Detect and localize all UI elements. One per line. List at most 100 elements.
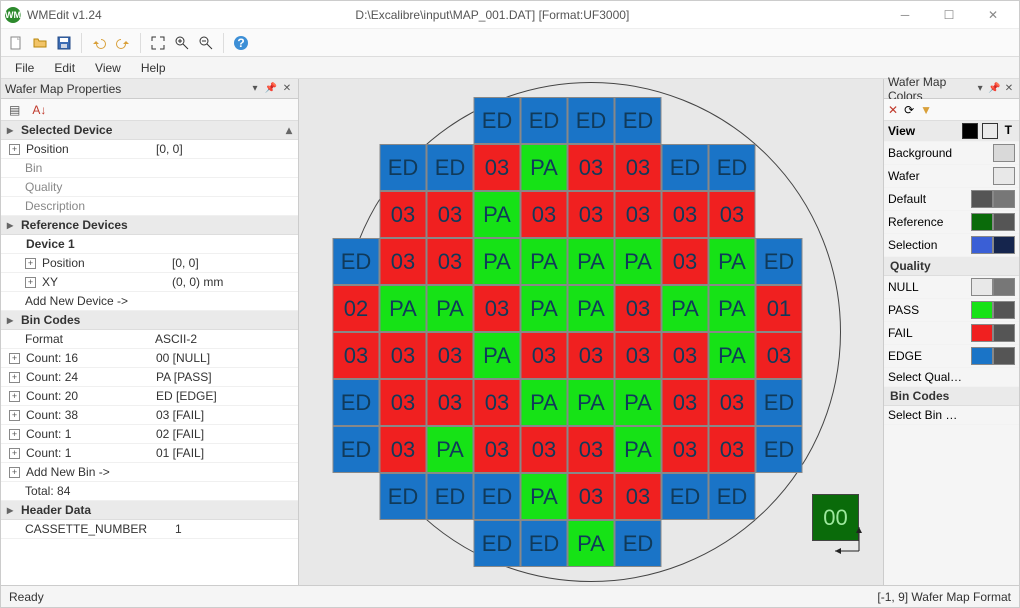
die-cell[interactable]: ED bbox=[474, 473, 521, 520]
die-cell[interactable]: PA bbox=[662, 285, 709, 332]
open-icon[interactable] bbox=[29, 32, 51, 54]
categorize-icon[interactable]: ▤ bbox=[5, 99, 24, 121]
expand-icon[interactable]: + bbox=[9, 410, 20, 421]
die-cell[interactable]: PA bbox=[521, 238, 568, 285]
die-cell[interactable]: 03 bbox=[662, 191, 709, 238]
expand-icon[interactable]: + bbox=[9, 391, 20, 402]
menu-file[interactable]: File bbox=[7, 59, 42, 77]
color-row[interactable]: NULL bbox=[884, 276, 1019, 299]
section-bin-codes[interactable]: ▸Bin Codes bbox=[1, 311, 298, 330]
minimize-button[interactable]: ─ bbox=[883, 1, 927, 29]
panel-dropdown-icon[interactable]: ▾ bbox=[974, 82, 986, 96]
die-cell[interactable]: 03 bbox=[427, 332, 474, 379]
select-quality-link[interactable]: Select Qual… bbox=[888, 370, 1015, 384]
die-cell[interactable]: ED bbox=[709, 473, 756, 520]
new-icon[interactable] bbox=[5, 32, 27, 54]
die-cell[interactable]: PA bbox=[521, 473, 568, 520]
die-cell[interactable]: 03 bbox=[568, 473, 615, 520]
add-bin-link[interactable]: Add New Bin -> bbox=[26, 465, 294, 479]
die-cell[interactable]: ED bbox=[662, 144, 709, 191]
expand-icon[interactable]: + bbox=[9, 467, 20, 478]
die-cell[interactable]: 02 bbox=[333, 285, 380, 332]
help-icon[interactable]: ? bbox=[230, 32, 252, 54]
menu-help[interactable]: Help bbox=[133, 59, 174, 77]
color-row[interactable]: Background bbox=[884, 142, 1019, 165]
die-cell[interactable]: 03 bbox=[380, 238, 427, 285]
die-cell[interactable]: ED bbox=[568, 97, 615, 144]
delete-icon[interactable]: ✕ bbox=[888, 103, 898, 117]
die-cell[interactable]: 03 bbox=[662, 332, 709, 379]
die-cell[interactable]: ED bbox=[427, 144, 474, 191]
expand-icon[interactable]: + bbox=[9, 353, 20, 364]
die-cell[interactable]: 03 bbox=[521, 191, 568, 238]
die-cell[interactable]: ED bbox=[333, 379, 380, 426]
die-cell[interactable]: ED bbox=[756, 426, 803, 473]
die-cell[interactable]: ED bbox=[521, 520, 568, 567]
die-cell[interactable]: PA bbox=[521, 379, 568, 426]
menu-edit[interactable]: Edit bbox=[46, 59, 83, 77]
die-cell[interactable]: 03 bbox=[568, 332, 615, 379]
filter-icon[interactable]: ▼ bbox=[920, 103, 932, 117]
die-cell[interactable]: ED bbox=[380, 473, 427, 520]
die-cell[interactable]: 03 bbox=[474, 144, 521, 191]
die-cell[interactable]: 03 bbox=[474, 426, 521, 473]
die-cell[interactable]: 03 bbox=[615, 285, 662, 332]
panel-pin-icon[interactable]: 📌 bbox=[264, 82, 278, 96]
die-cell[interactable]: PA bbox=[427, 285, 474, 332]
expand-icon[interactable]: + bbox=[9, 429, 20, 440]
die-cell[interactable]: 03 bbox=[474, 379, 521, 426]
undo-icon[interactable] bbox=[88, 32, 110, 54]
section-header-data[interactable]: ▸Header Data bbox=[1, 501, 298, 520]
panel-dropdown-icon[interactable]: ▾ bbox=[248, 82, 262, 96]
close-button[interactable]: ✕ bbox=[971, 1, 1015, 29]
die-cell[interactable]: 03 bbox=[662, 238, 709, 285]
die-cell[interactable]: 03 bbox=[427, 191, 474, 238]
die-cell[interactable]: 03 bbox=[568, 144, 615, 191]
die-cell[interactable]: PA bbox=[521, 285, 568, 332]
color-row[interactable]: Reference bbox=[884, 211, 1019, 234]
wafer-view[interactable]: EDEDEDEDEDED03PA0303EDED0303PA0303030303… bbox=[299, 79, 883, 585]
die-cell[interactable]: 03 bbox=[615, 332, 662, 379]
fullscreen-icon[interactable] bbox=[147, 32, 169, 54]
die-cell[interactable]: 03 bbox=[521, 426, 568, 473]
die-cell[interactable]: PA bbox=[568, 238, 615, 285]
zoom-out-icon[interactable] bbox=[195, 32, 217, 54]
die-cell[interactable]: 03 bbox=[709, 379, 756, 426]
color-row[interactable]: PASS bbox=[884, 299, 1019, 322]
die-cell[interactable]: 03 bbox=[615, 191, 662, 238]
die-cell[interactable]: 03 bbox=[568, 191, 615, 238]
die-cell[interactable]: ED bbox=[474, 97, 521, 144]
save-icon[interactable] bbox=[53, 32, 75, 54]
section-selected-device[interactable]: ▸Selected Device▴ bbox=[1, 121, 298, 140]
expand-icon[interactable]: + bbox=[9, 144, 20, 155]
die-cell[interactable]: ED bbox=[756, 238, 803, 285]
expand-icon[interactable]: + bbox=[9, 448, 20, 459]
die-cell[interactable]: 03 bbox=[333, 332, 380, 379]
die-cell[interactable]: 03 bbox=[380, 191, 427, 238]
die-cell[interactable]: ED bbox=[756, 379, 803, 426]
die-cell[interactable]: PA bbox=[568, 520, 615, 567]
die-cell[interactable]: 03 bbox=[615, 473, 662, 520]
die-cell[interactable]: 01 bbox=[756, 285, 803, 332]
zoom-in-icon[interactable] bbox=[171, 32, 193, 54]
sort-az-icon[interactable]: A↓ bbox=[28, 99, 50, 121]
die-cell[interactable]: PA bbox=[521, 144, 568, 191]
color-row[interactable]: Default bbox=[884, 188, 1019, 211]
view-text-icon[interactable]: T bbox=[1002, 123, 1015, 139]
die-cell[interactable]: ED bbox=[709, 144, 756, 191]
panel-pin-icon[interactable]: 📌 bbox=[988, 82, 1000, 96]
die-cell[interactable]: PA bbox=[709, 238, 756, 285]
die-cell[interactable]: PA bbox=[615, 426, 662, 473]
select-bin-link[interactable]: Select Bin … bbox=[888, 408, 1015, 422]
die-cell[interactable]: PA bbox=[709, 332, 756, 379]
die-cell[interactable]: 03 bbox=[427, 238, 474, 285]
expand-icon[interactable]: + bbox=[9, 372, 20, 383]
menu-view[interactable]: View bbox=[87, 59, 129, 77]
die-cell[interactable]: 03 bbox=[568, 426, 615, 473]
die-cell[interactable]: PA bbox=[709, 285, 756, 332]
die-cell[interactable]: ED bbox=[380, 144, 427, 191]
die-cell[interactable]: 03 bbox=[662, 426, 709, 473]
die-cell[interactable]: PA bbox=[380, 285, 427, 332]
die-cell[interactable]: ED bbox=[521, 97, 568, 144]
panel-close-icon[interactable]: ✕ bbox=[1003, 82, 1015, 96]
